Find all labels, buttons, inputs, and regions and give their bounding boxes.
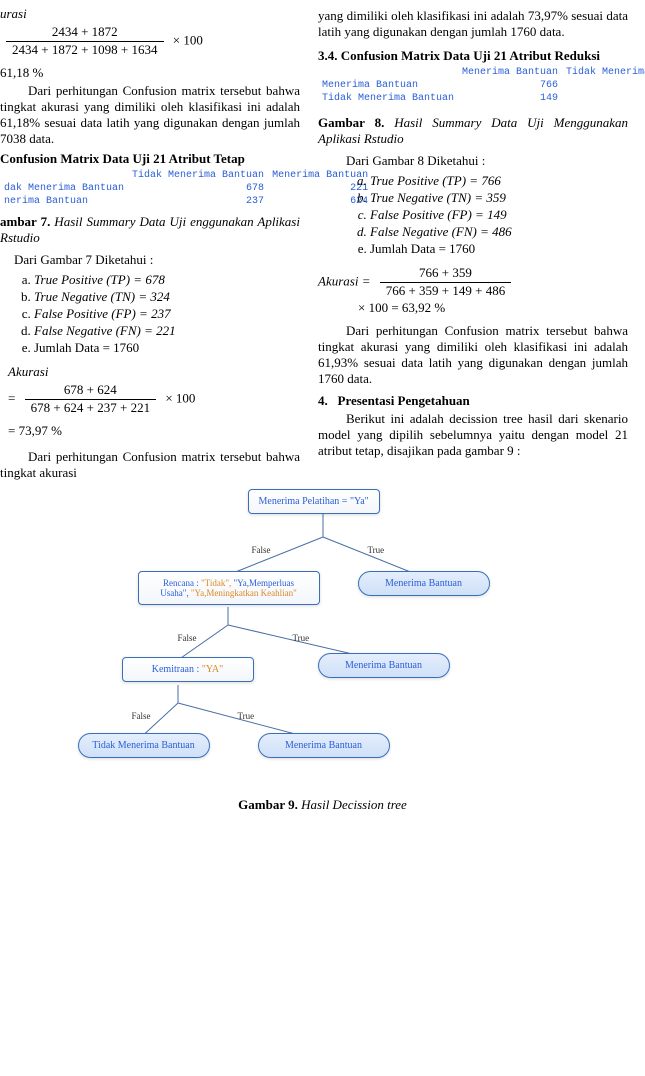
rencana-q1: "Tidak", (201, 578, 231, 588)
sec-4-title: Presentasi Pengetahuan (338, 393, 470, 408)
caption-gambar8: Gambar 8. Hasil Summary Data Uji Menggun… (318, 115, 628, 147)
fig9-txt: Hasil Decission tree (298, 797, 407, 812)
t8-r2c2: 3 (562, 92, 645, 105)
g7-a: True Positive (TP) = 678 (34, 272, 300, 288)
tree-root: Menerima Pelatihan = "Ya" (248, 489, 380, 514)
akurasi-heading-2: Akurasi (8, 364, 300, 380)
list-gambar7: True Positive (TP) = 678 True Negative (… (6, 272, 300, 356)
f3-numerator: 766 + 359 (380, 265, 512, 283)
kemitraan-q: "YA" (202, 664, 224, 675)
rencana-q2: "Ya,Meningkatkan Keahlian" (191, 588, 297, 598)
f3-denominator: 766 + 359 + 149 + 486 (380, 283, 512, 300)
t8-r2c1: 149 (458, 92, 562, 105)
tree-root-label: Menerima Pelatihan = "Ya" (259, 496, 369, 507)
paragraph-right-3: Berikut ini adalah decission tree hasil … (318, 411, 628, 459)
g8-d: False Negative (FN) = 486 (370, 224, 628, 240)
table-gambar8: Menerima Bantuan Tidak Menerima Bantua M… (318, 66, 645, 105)
sec-4-num: 4. (318, 393, 328, 408)
akurasi-heading-1: urasi (0, 6, 300, 22)
paragraph-right-2: Dari perhitungan Confusion matrix terseb… (318, 323, 628, 387)
f3-tail: × 100 = 63,92 % (358, 300, 628, 317)
paragraph-left-2: Dari perhitungan Confusion matrix terseb… (0, 449, 300, 481)
formula-1: 2434 + 1872 2434 + 1872 + 1098 + 1634 × … (0, 24, 300, 59)
g8-b: True Negative (TN) = 359 (370, 190, 628, 206)
edge-false-1: False (252, 545, 271, 555)
caption-gambar7: ambar 7. Hasil Summary Data Uji enggunak… (0, 214, 300, 246)
f1-denominator: 2434 + 1872 + 1098 + 1634 (6, 42, 164, 59)
formula-2: = 678 + 624 678 + 624 + 237 + 221 × 100 (8, 382, 300, 417)
g8-c: False Positive (FP) = 149 (370, 207, 628, 223)
t7-r2c1: 237 (128, 195, 268, 208)
g8-e: Jumlah Data = 1760 (370, 241, 628, 257)
f2-tail: × 100 (165, 390, 195, 405)
edge-true-3: True (238, 711, 255, 721)
leaf-mb-2: Menerima Bantuan (318, 653, 450, 678)
gambar8-known: Dari Gambar 8 Diketahui : (346, 153, 628, 169)
t8-r2c0: Tidak Menerima Bantuan (318, 92, 458, 105)
t7-r1c1: 678 (128, 182, 268, 195)
rencana-pre: Rencana : (163, 578, 199, 588)
leaf-mb-1: Menerima Bantuan (358, 571, 490, 596)
paragraph-right-1: yang dimiliki oleh klasifikasi ini adala… (318, 8, 628, 40)
t8-r1c2: 48 (562, 79, 645, 92)
t8-r1c1: 766 (458, 79, 562, 92)
leaf-mb-3: Menerima Bantuan (258, 733, 390, 758)
g7-c: False Positive (FP) = 237 (34, 306, 300, 322)
edge-false-2: False (178, 633, 197, 643)
f2-numerator: 678 + 624 (25, 382, 157, 400)
t7-h1: Tidak Menerima Bantuan (128, 169, 268, 182)
g7-e-txt: Jumlah Data = 1760 (34, 340, 139, 355)
paragraph-left-1: Dari perhitungan Confusion matrix terseb… (0, 83, 300, 147)
t8-h2: Tidak Menerima Bantua (562, 66, 645, 79)
f2-denominator: 678 + 624 + 237 + 221 (25, 400, 157, 417)
g7-c-txt: False Positive (FP) = 237 (34, 306, 171, 321)
edge-false-3: False (132, 711, 151, 721)
t8-h1: Menerima Bantuan (458, 66, 562, 79)
edge-true-1: True (368, 545, 385, 555)
akurasi-word-3: Akurasi = (318, 273, 370, 288)
sec-3-4-num: 3.4. (318, 48, 338, 63)
leaf-mb-3-label: Menerima Bantuan (285, 740, 362, 751)
tree-node-kemitraan: Kemitraan : "YA" (122, 657, 254, 682)
f1-tail: × 100 (173, 32, 203, 47)
g7-b: True Negative (TN) = 324 (34, 289, 300, 305)
formula-3: Akurasi = 766 + 359 766 + 359 + 149 + 48… (318, 265, 628, 317)
tree-node-rencana: Rencana : "Tidak", "Ya,Memperluas Usaha"… (138, 571, 320, 605)
t7-r2c0: nerima Bantuan (0, 195, 128, 208)
t8-r1c0: Menerima Bantuan (318, 79, 458, 92)
t7-r1c0: dak Menerima Bantuan (0, 182, 128, 195)
g8-a: True Positive (TP) = 766 (370, 173, 628, 189)
f1-numerator: 2434 + 1872 (6, 24, 164, 42)
list-gambar8: True Positive (TP) = 766 True Negative (… (324, 173, 628, 257)
heading-cm-tetap: Confusion Matrix Data Uji 21 Atribut Tet… (0, 151, 300, 167)
g7-a-txt: True Positive (TP) = 678 (34, 272, 165, 287)
decision-tree: Menerima Pelatihan = "Ya" False True Ren… (118, 485, 528, 795)
fig9-num: Gambar 9. (238, 797, 298, 812)
fig8-num: Gambar 8. (318, 115, 384, 130)
edge-true-2: True (293, 633, 310, 643)
kemitraan-pre: Kemitraan : (152, 664, 202, 675)
g7-e: Jumlah Data = 1760 (34, 340, 300, 356)
sec-3-4-title: Confusion Matrix Data Uji 21 Atribut Red… (341, 48, 600, 63)
leaf-mb-2-label: Menerima Bantuan (345, 660, 422, 671)
f2-result: = 73,97 % (8, 423, 300, 439)
gambar7-known: Dari Gambar 7 Diketahui : (14, 252, 300, 268)
caption-gambar9: Gambar 9. Hasil Decission tree (0, 797, 645, 813)
f2-eq: = (8, 390, 15, 405)
g7-d-txt: False Negative (FN) = 221 (34, 323, 176, 338)
f1-result: 61,18 % (0, 65, 300, 81)
g7-b-txt: True Negative (TN) = 324 (34, 289, 170, 304)
table-gambar7: Tidak Menerima Bantuan Menerima Bantuan … (0, 169, 372, 208)
leaf-tmb-label: Tidak Menerima Bantuan (92, 740, 194, 751)
leaf-mb-1-label: Menerima Bantuan (385, 578, 462, 589)
fig7-num: ambar 7. (0, 214, 50, 229)
g7-d: False Negative (FN) = 221 (34, 323, 300, 339)
leaf-tmb: Tidak Menerima Bantuan (78, 733, 210, 758)
